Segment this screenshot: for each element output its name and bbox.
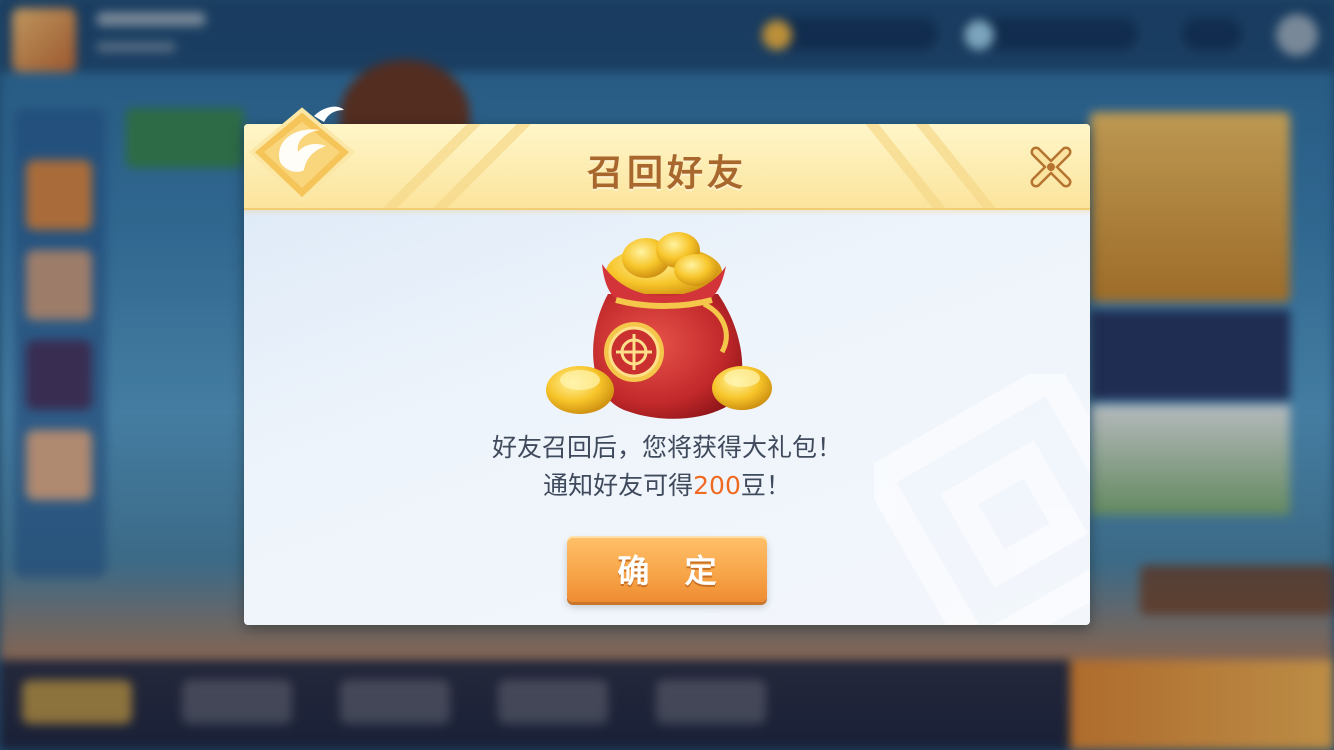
close-icon xyxy=(1030,146,1072,188)
confirm-button[interactable]: 确 定 xyxy=(567,536,767,602)
dialog-header: 召回好友 xyxy=(244,124,1090,216)
reward-message-line2: 通知好友可得200豆！ xyxy=(244,466,1090,502)
phoenix-logo-icon xyxy=(249,106,355,203)
reward-amount: 200 xyxy=(693,471,741,500)
reward-message-line1: 好友召回后，您将获得大礼包！ xyxy=(491,433,842,462)
gold-ingot-bag-icon xyxy=(546,232,772,419)
reward-message-prefix: 通知好友可得 xyxy=(543,471,694,500)
reward-message-suffix: 豆！ xyxy=(740,471,791,500)
close-button[interactable] xyxy=(1028,144,1074,190)
confirm-button-label: 确 定 xyxy=(617,552,729,590)
dialog-title: 召回好友 xyxy=(586,152,747,194)
